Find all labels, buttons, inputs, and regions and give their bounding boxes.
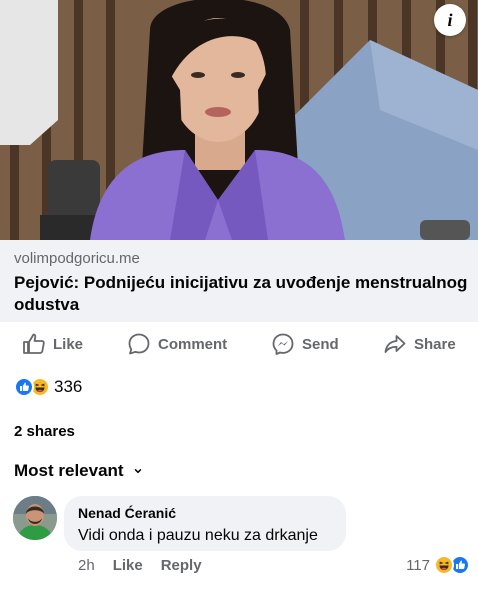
send-label: Send	[302, 335, 339, 353]
comment-reply-button[interactable]: Reply	[161, 557, 202, 574]
comment-reaction-count: 117	[406, 556, 430, 574]
messenger-icon	[272, 333, 294, 355]
link-domain: volimpodgoricu.me	[14, 250, 140, 267]
comment-filter-dropdown[interactable]: Most relevant	[14, 461, 143, 481]
shares-count[interactable]: 2 shares	[14, 423, 75, 440]
comment-like-button[interactable]: Like	[113, 557, 143, 574]
post-action-bar: Like Comment Send Share	[0, 322, 478, 366]
comment-author[interactable]: Nenad Ćeranić	[78, 504, 332, 522]
comment-filter-label: Most relevant	[14, 461, 124, 480]
comment-bubble[interactable]: Nenad Ćeranić Vidi onda i pauzu neku za …	[64, 496, 346, 551]
comment-icon	[128, 333, 150, 355]
send-button[interactable]: Send	[271, 331, 339, 357]
comment-text: Vidi onda i pauzu neku za drkanje	[78, 527, 318, 544]
like-button[interactable]: Like	[22, 331, 83, 357]
avatar-photo	[13, 496, 57, 540]
link-meta[interactable]: volimpodgoricu.me Pejović: Podnijeću ini…	[0, 240, 478, 322]
share-label: Share	[414, 335, 456, 353]
link-title[interactable]: Pejović: Podnijeću inicijativu za uvođen…	[14, 272, 474, 316]
thumbs-up-icon	[23, 333, 45, 354]
haha-reaction-icon	[434, 555, 454, 575]
like-label: Like	[53, 335, 84, 353]
info-icon[interactable]: i	[434, 4, 466, 36]
like-reaction-icon	[14, 377, 34, 397]
comment-timestamp[interactable]: 2h	[78, 557, 95, 574]
chevron-down-icon	[134, 469, 141, 474]
reaction-icons	[14, 376, 52, 398]
share-button[interactable]: Share	[383, 331, 456, 357]
link-preview-image[interactable]: i	[0, 0, 478, 240]
preview-photo	[0, 0, 478, 240]
comment-reaction-icons	[434, 554, 470, 576]
reaction-count: 336	[54, 377, 83, 396]
comment-button[interactable]: Comment	[127, 331, 227, 357]
share-arrow-icon	[384, 335, 406, 353]
reaction-summary[interactable]: 336	[14, 376, 82, 398]
comment-label: Comment	[158, 335, 228, 353]
comment-meta: 2h Like Reply	[78, 557, 202, 574]
avatar[interactable]	[13, 496, 57, 540]
comment-reaction-summary[interactable]: 117	[406, 554, 470, 576]
